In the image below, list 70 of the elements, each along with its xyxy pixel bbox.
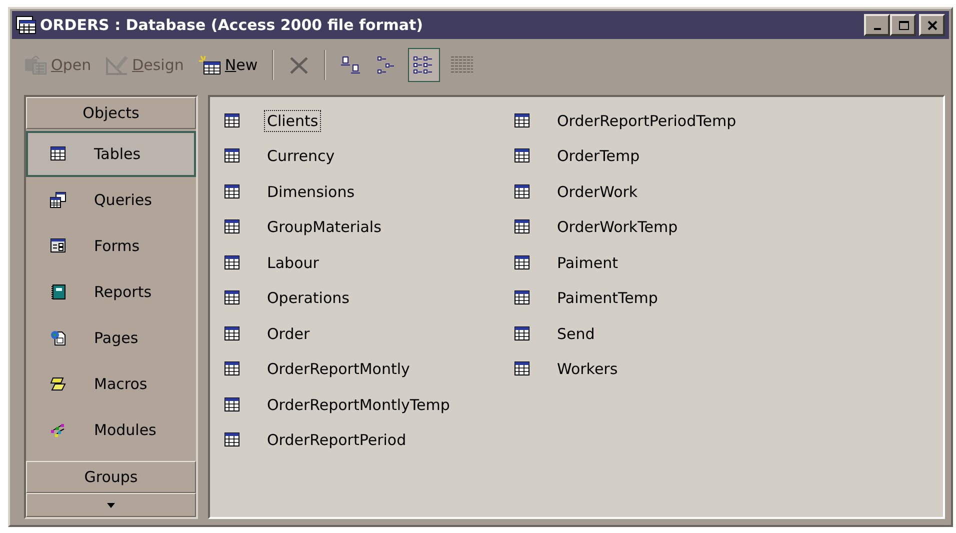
table-item[interactable]: GroupMaterials [264,216,384,238]
object-type-item[interactable]: Pages [26,315,196,361]
table-icon [514,148,530,164]
table-icon [224,290,240,306]
modules-icon [50,422,66,438]
table-item[interactable]: Operations [264,287,352,310]
table-item[interactable]: Workers [554,358,621,380]
table-icon [224,112,240,129]
object-type-item[interactable]: Reports [26,269,196,315]
minimize-icon [874,28,880,30]
delete-icon [288,55,310,75]
table-icon [50,146,66,162]
down-arrow-icon [107,502,115,508]
scroll-icon [50,376,66,392]
list-button[interactable] [408,48,440,82]
large-icons-icon [340,55,362,75]
table-item[interactable]: OrderReportMontly [264,358,413,380]
table-icon [514,184,530,200]
table-icon [224,396,240,413]
table-icon [514,290,530,306]
table-item[interactable]: OrderReportMontlyTemp [264,394,453,416]
scroll-down-button[interactable] [26,493,196,517]
table-item[interactable]: Paiment [554,252,621,274]
table-icon [514,326,530,342]
table-icon [514,361,530,378]
web-page-icon [50,330,66,346]
table-item[interactable]: OrderReportPeriod [264,429,410,452]
table-item[interactable]: Labour [264,252,322,274]
object-type-item[interactable]: Tables [26,131,196,177]
object-type-item[interactable]: Queries [26,177,196,223]
objects-header[interactable]: Objects [26,97,196,129]
details-icon [450,55,474,75]
ruler-pencil-icon [105,55,130,75]
table-item[interactable]: Send [554,322,598,345]
queries-icon [50,192,66,208]
close-button[interactable] [919,14,945,36]
object-type-item[interactable]: Modules [26,407,196,453]
table-item[interactable]: Order [264,322,313,345]
table-item[interactable]: PaimentTemp [554,287,661,310]
close-icon [926,20,938,30]
new-button[interactable]: New [194,48,262,82]
window-title: ORDERS : Database (Access 2000 file format) [40,16,424,34]
table-icon [224,184,240,200]
table-item[interactable]: OrderTemp [554,145,643,168]
maximize-icon [898,20,908,30]
table-icon [224,361,240,378]
groups-header[interactable]: Groups [26,461,196,493]
report-icon [50,284,66,300]
table-icon [224,326,240,342]
maximize-button[interactable] [890,14,916,36]
object-type-item[interactable]: Forms [26,223,196,269]
table-icon [514,112,530,129]
table-item[interactable]: Dimensions [264,180,358,203]
table-icon [224,254,240,271]
table-icon [224,432,240,448]
table-icon [514,254,530,271]
minimize-button[interactable] [864,14,890,36]
database-icon [16,16,36,34]
form-icon [50,238,66,254]
table-item[interactable]: Clients [264,110,322,132]
new-table-icon [198,55,222,75]
object-type-item[interactable]: Macros [26,361,196,407]
table-item[interactable]: OrderWork [554,180,641,203]
open-icon [24,55,48,75]
table-icon [514,219,530,236]
table-item[interactable]: OrderWorkTemp [554,216,681,238]
table-item[interactable]: OrderReportPeriodTemp [554,110,740,132]
table-icon [224,148,240,164]
table-icon [224,219,240,236]
table-item[interactable]: Currency [264,145,338,168]
